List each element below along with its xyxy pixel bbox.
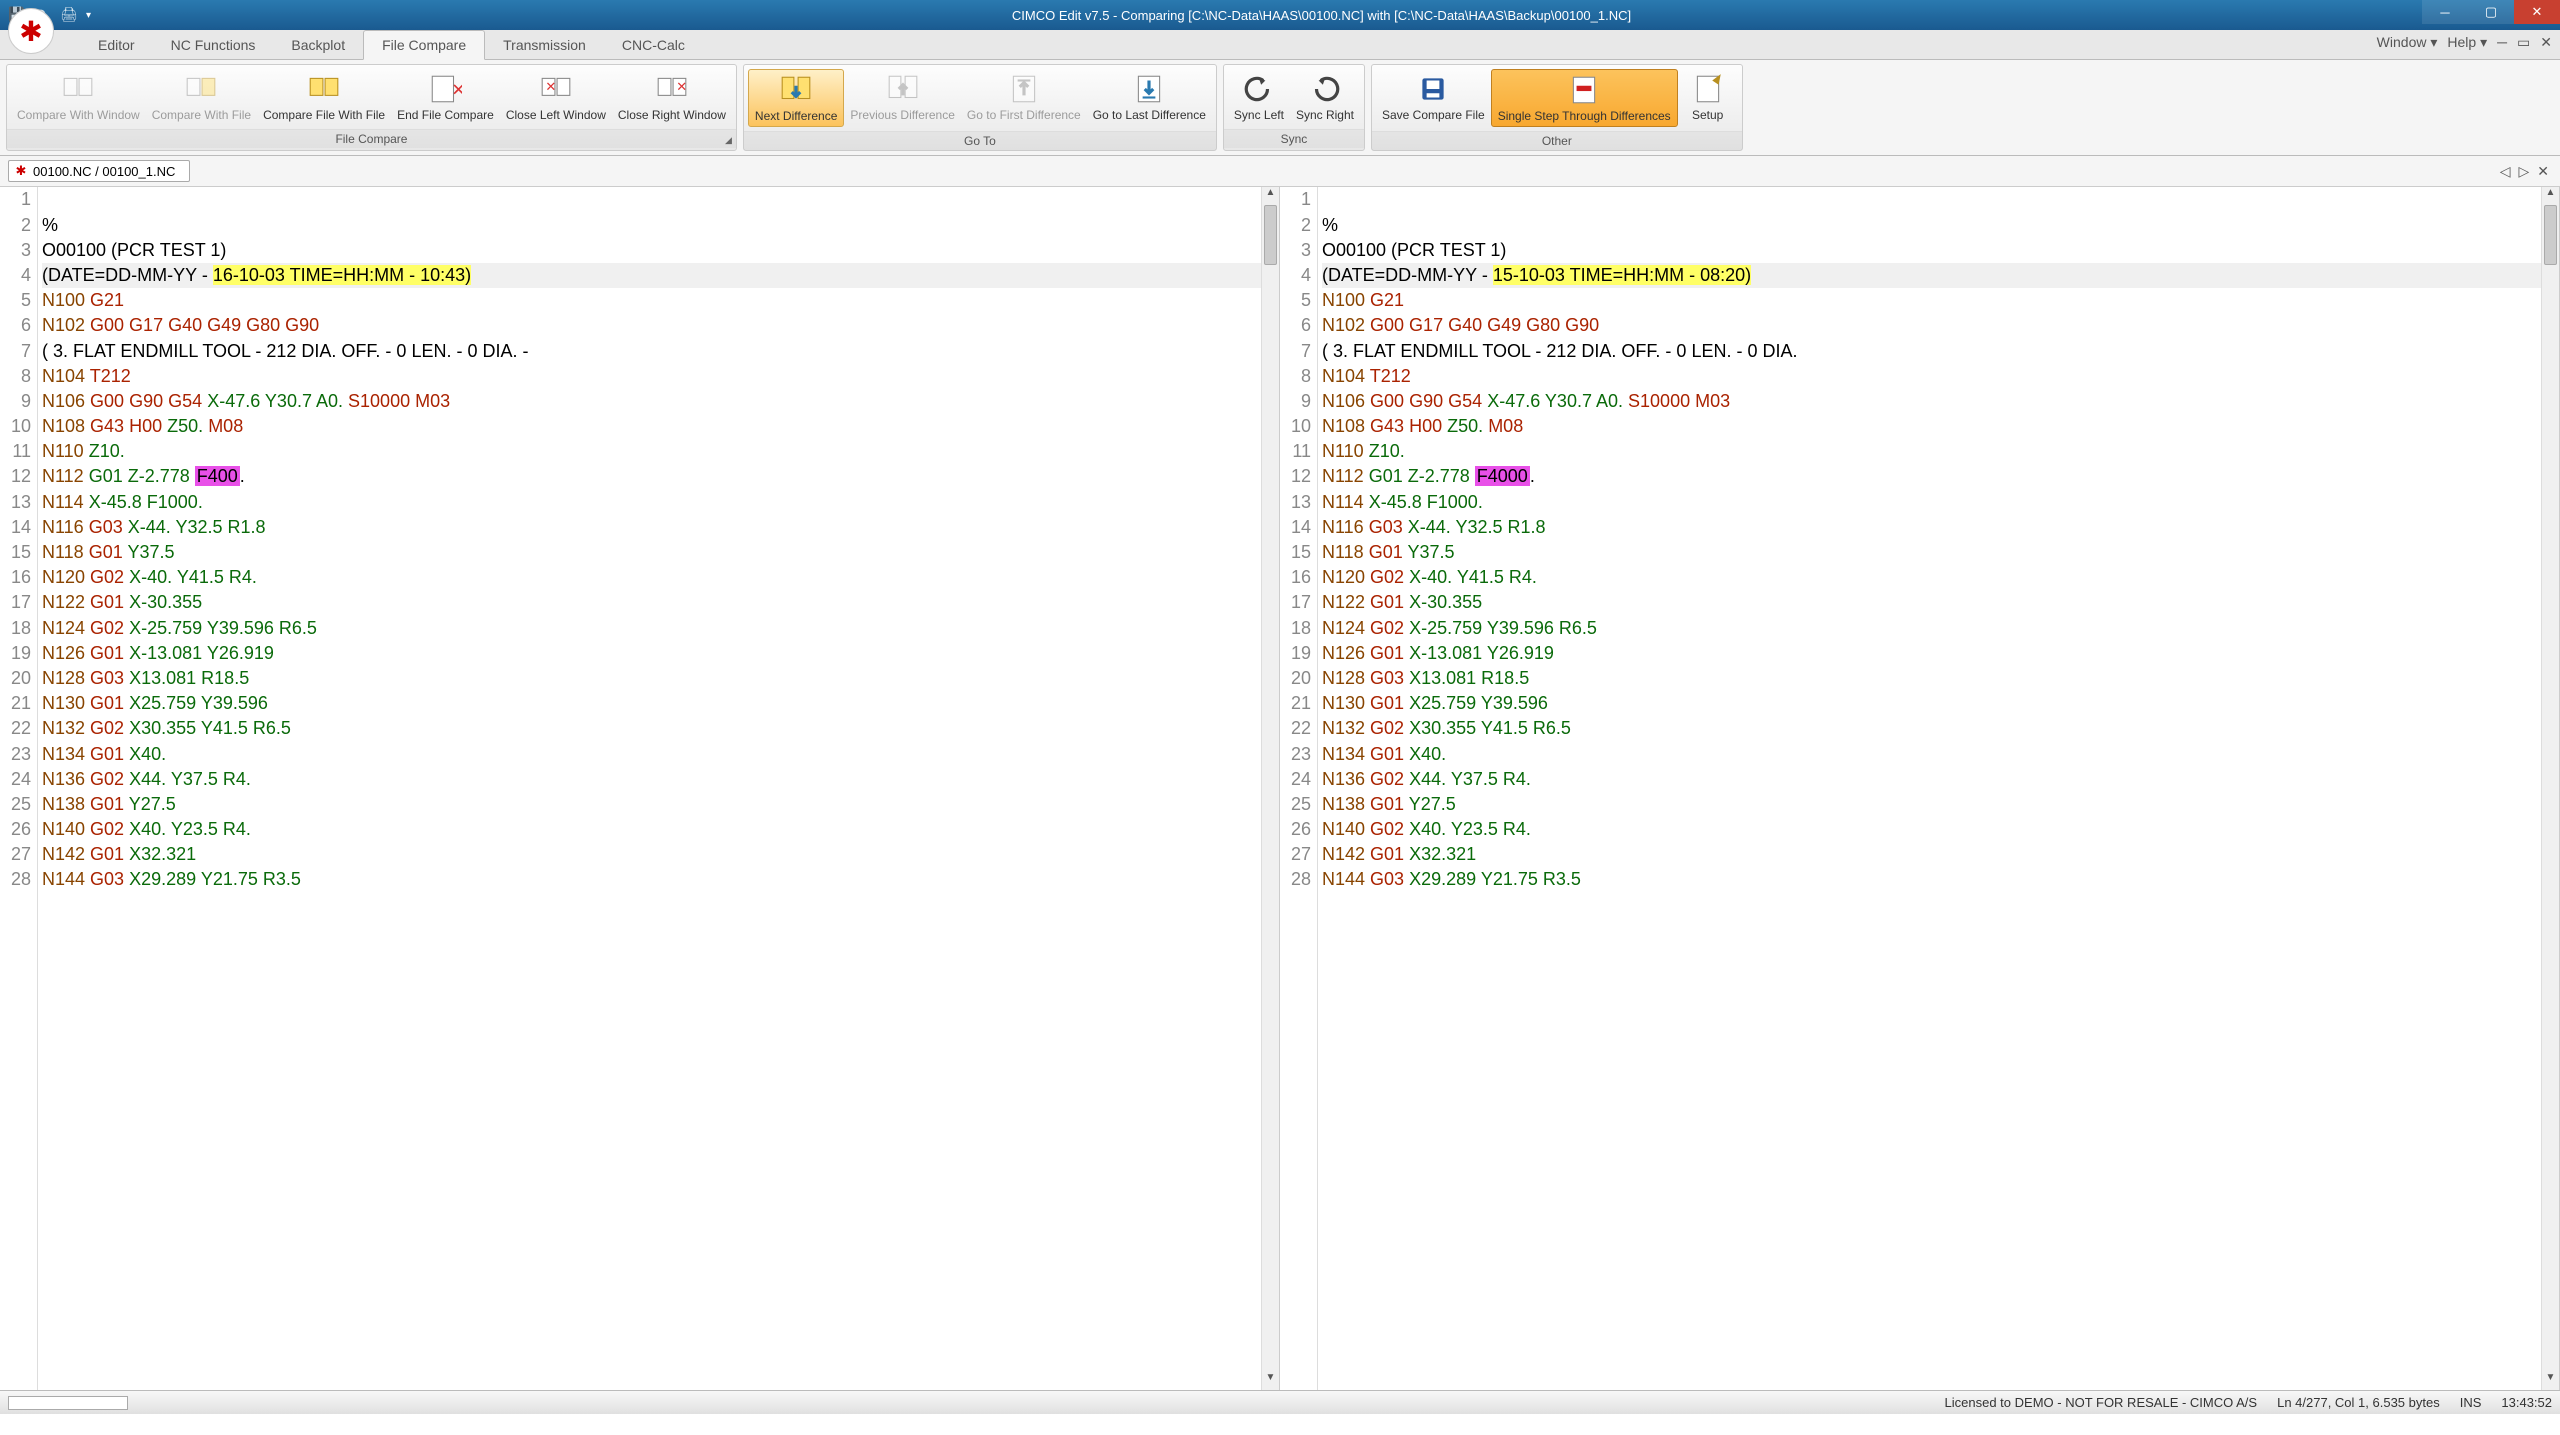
status-license: Licensed to DEMO - NOT FOR RESALE - CIMC… (1945, 1395, 2258, 1410)
left-scrollbar[interactable]: ▲ ▼ (1261, 187, 1279, 1390)
status-time: 13:43:52 (2501, 1395, 2552, 1410)
scroll-thumb[interactable] (2544, 205, 2557, 265)
doc-tabs: ✱ 00100.NC / 00100_1.NC ◁ ▷ ✕ (0, 156, 2560, 187)
close-right-window-button[interactable]: ✕Close Right Window (612, 69, 732, 125)
setup-button[interactable]: Setup (1678, 69, 1738, 127)
go-to-last-difference-button[interactable]: Go to Last Difference (1087, 69, 1212, 127)
left-editor[interactable]: 1234567891011121314151617181920212223242… (0, 187, 1280, 1390)
doc-next-icon[interactable]: ▷ (2515, 163, 2532, 180)
minimize-button[interactable]: ─ (2422, 0, 2468, 24)
doc-tab[interactable]: ✱ 00100.NC / 00100_1.NC (8, 160, 190, 182)
status-ins: INS (2460, 1395, 2482, 1410)
scroll-down-icon[interactable]: ▼ (1262, 1372, 1279, 1390)
status-position: Ln 4/277, Col 1, 6.535 bytes (2277, 1395, 2440, 1410)
doc-tab-label: 00100.NC / 00100_1.NC (33, 164, 175, 179)
svg-text:✕: ✕ (676, 79, 687, 94)
compare-file-with-file-button[interactable]: Compare File With File (257, 69, 391, 125)
end-file-compare-button[interactable]: ✕End File Compare (391, 69, 500, 125)
tab-backplot[interactable]: Backplot (273, 31, 363, 59)
app-logo[interactable]: ✱ (8, 8, 54, 54)
window-title: CIMCO Edit v7.5 - Comparing [C:\NC-Data\… (91, 8, 2552, 23)
window-menu[interactable]: Window ▾ (2377, 34, 2438, 51)
scroll-up-icon[interactable]: ▲ (2542, 187, 2559, 205)
group-sync-label: Sync (1224, 129, 1364, 148)
ribbon-minimize-icon[interactable]: ─ (2497, 34, 2507, 51)
save-compare-file-button[interactable]: Save Compare File (1376, 69, 1491, 127)
ribbon-restore-icon[interactable]: ▭ (2517, 34, 2530, 51)
svg-text:✕: ✕ (545, 79, 556, 94)
left-code[interactable]: %O00100 (PCR TEST 1)(DATE=DD-MM-YY - 16-… (38, 187, 1261, 1390)
tab-transmission[interactable]: Transmission (485, 31, 604, 59)
scroll-thumb[interactable] (1264, 205, 1277, 265)
statusbar: Licensed to DEMO - NOT FOR RESALE - CIMC… (0, 1390, 2560, 1414)
sync-right-button[interactable]: Sync Right (1290, 69, 1360, 125)
group-go-to-label: Go To (744, 131, 1216, 150)
close-button[interactable]: ✕ (2514, 0, 2560, 24)
right-editor[interactable]: 1234567891011121314151617181920212223242… (1280, 187, 2560, 1390)
close-left-window-button[interactable]: ✕Close Left Window (500, 69, 612, 125)
compare-with-window-button[interactable]: Compare With Window (11, 69, 146, 125)
scroll-up-icon[interactable]: ▲ (1262, 187, 1279, 205)
tab-nc-functions[interactable]: NC Functions (153, 31, 274, 59)
right-scrollbar[interactable]: ▲ ▼ (2541, 187, 2559, 1390)
maximize-button[interactable]: ▢ (2468, 0, 2514, 24)
doc-icon: ✱ (13, 163, 29, 179)
ribbon: Compare With Window Compare With File Co… (0, 60, 2560, 156)
right-code[interactable]: %O00100 (PCR TEST 1)(DATE=DD-MM-YY - 15-… (1318, 187, 2541, 1390)
editors: 1234567891011121314151617181920212223242… (0, 187, 2560, 1390)
titlebar: 💾 ↶ 🖨 ▾ CIMCO Edit v7.5 - Comparing [C:\… (0, 0, 2560, 30)
doc-close-icon[interactable]: ✕ (2534, 163, 2552, 180)
status-progress (8, 1396, 128, 1410)
doc-prev-icon[interactable]: ◁ (2497, 163, 2514, 180)
help-menu[interactable]: Help ▾ (2447, 34, 2487, 51)
sync-left-button[interactable]: Sync Left (1228, 69, 1290, 125)
tab-editor[interactable]: Editor (80, 31, 153, 59)
print-icon[interactable]: 🖨 (60, 6, 78, 24)
next-difference-button[interactable]: Next Difference (748, 69, 844, 127)
single-step-button[interactable]: Single Step Through Differences (1491, 69, 1678, 127)
tab-file-compare[interactable]: File Compare (363, 30, 485, 60)
group-other-label: Other (1372, 131, 1742, 150)
scroll-down-icon[interactable]: ▼ (2542, 1372, 2559, 1390)
tab-cnc-calc[interactable]: CNC-Calc (604, 31, 703, 59)
ribbon-tabbar: Editor NC Functions Backplot File Compar… (0, 30, 2560, 60)
compare-with-file-button[interactable]: Compare With File (146, 69, 257, 125)
go-to-first-difference-button[interactable]: Go to First Difference (961, 69, 1087, 127)
ribbon-close-icon[interactable]: ✕ (2540, 34, 2552, 51)
dialog-launcher-icon[interactable]: ◢ (725, 135, 732, 146)
star-icon: ✱ (19, 15, 42, 48)
group-file-compare-label: File Compare◢ (7, 129, 736, 148)
right-gutter: 1234567891011121314151617181920212223242… (1280, 187, 1318, 1390)
previous-difference-button[interactable]: Previous Difference (844, 69, 961, 127)
left-gutter: 1234567891011121314151617181920212223242… (0, 187, 38, 1390)
svg-text:✕: ✕ (452, 80, 463, 99)
